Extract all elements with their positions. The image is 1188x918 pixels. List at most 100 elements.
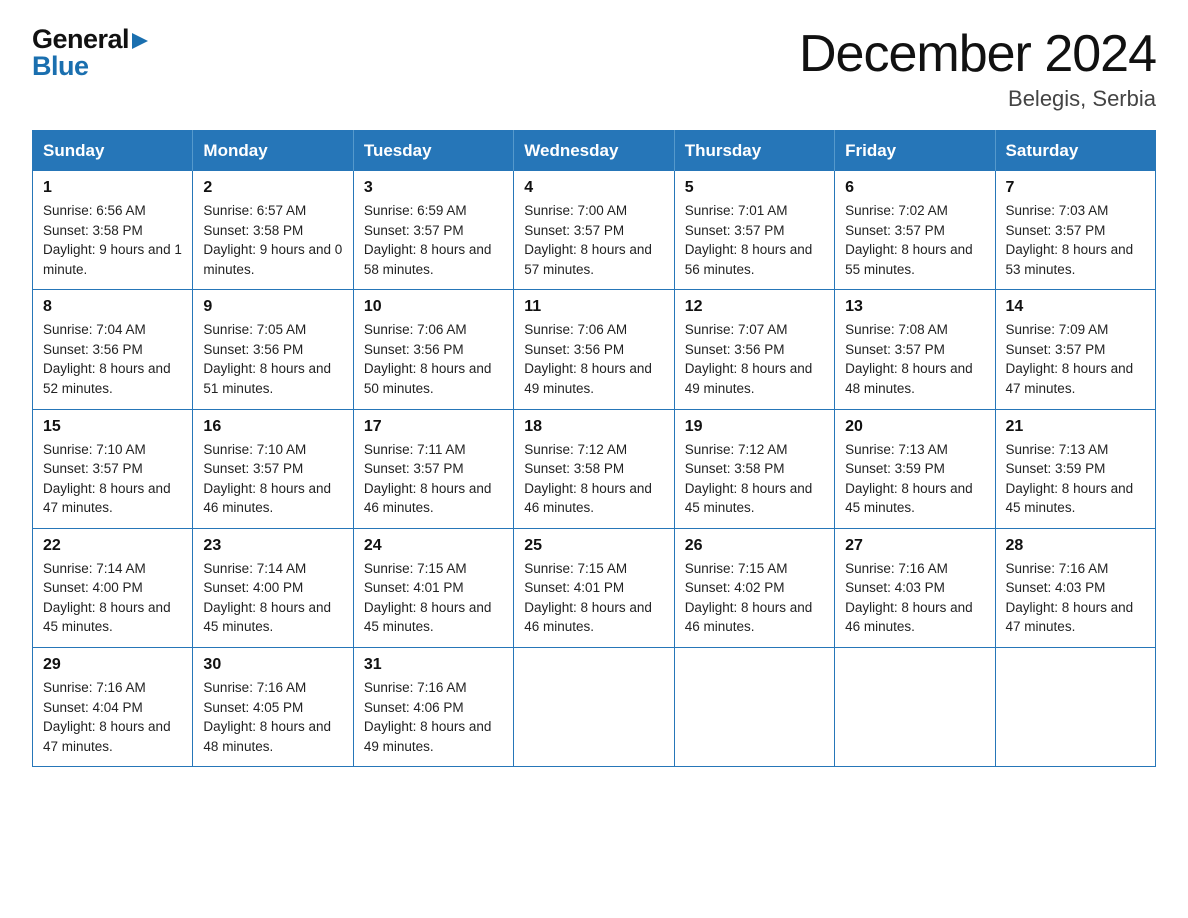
- day-info: Sunrise: 7:03 AMSunset: 3:57 PMDaylight:…: [1006, 201, 1145, 279]
- calendar-cell: [835, 648, 995, 767]
- day-number: 24: [364, 537, 503, 555]
- calendar-cell: 14 Sunrise: 7:09 AMSunset: 3:57 PMDaylig…: [995, 290, 1155, 409]
- day-number: 7: [1006, 179, 1145, 197]
- day-number: 31: [364, 656, 503, 674]
- calendar-cell: 16 Sunrise: 7:10 AMSunset: 3:57 PMDaylig…: [193, 409, 353, 528]
- day-info: Sunrise: 7:16 AMSunset: 4:04 PMDaylight:…: [43, 678, 182, 756]
- day-number: 12: [685, 298, 824, 316]
- day-number: 1: [43, 179, 182, 197]
- day-number: 27: [845, 537, 984, 555]
- day-info: Sunrise: 7:09 AMSunset: 3:57 PMDaylight:…: [1006, 320, 1145, 398]
- calendar-cell: 10 Sunrise: 7:06 AMSunset: 3:56 PMDaylig…: [353, 290, 513, 409]
- calendar-cell: 8 Sunrise: 7:04 AMSunset: 3:56 PMDayligh…: [33, 290, 193, 409]
- calendar-cell: 6 Sunrise: 7:02 AMSunset: 3:57 PMDayligh…: [835, 171, 995, 290]
- month-title: December 2024: [799, 24, 1156, 84]
- day-number: 30: [203, 656, 342, 674]
- calendar-cell: [514, 648, 674, 767]
- location-title: Belegis, Serbia: [799, 86, 1156, 112]
- title-block: December 2024 Belegis, Serbia: [799, 24, 1156, 112]
- calendar-cell: 9 Sunrise: 7:05 AMSunset: 3:56 PMDayligh…: [193, 290, 353, 409]
- day-number: 28: [1006, 537, 1145, 555]
- day-info: Sunrise: 7:08 AMSunset: 3:57 PMDaylight:…: [845, 320, 984, 398]
- day-info: Sunrise: 7:16 AMSunset: 4:05 PMDaylight:…: [203, 678, 342, 756]
- calendar-cell: 17 Sunrise: 7:11 AMSunset: 3:57 PMDaylig…: [353, 409, 513, 528]
- day-number: 25: [524, 537, 663, 555]
- calendar-cell: 11 Sunrise: 7:06 AMSunset: 3:56 PMDaylig…: [514, 290, 674, 409]
- day-info: Sunrise: 7:04 AMSunset: 3:56 PMDaylight:…: [43, 320, 182, 398]
- day-number: 29: [43, 656, 182, 674]
- day-info: Sunrise: 7:06 AMSunset: 3:56 PMDaylight:…: [524, 320, 663, 398]
- day-number: 3: [364, 179, 503, 197]
- calendar-cell: 18 Sunrise: 7:12 AMSunset: 3:58 PMDaylig…: [514, 409, 674, 528]
- calendar-cell: 25 Sunrise: 7:15 AMSunset: 4:01 PMDaylig…: [514, 528, 674, 647]
- page-header: General Blue December 2024 Belegis, Serb…: [32, 24, 1156, 112]
- calendar-cell: 23 Sunrise: 7:14 AMSunset: 4:00 PMDaylig…: [193, 528, 353, 647]
- day-info: Sunrise: 6:57 AMSunset: 3:58 PMDaylight:…: [203, 201, 342, 279]
- calendar-week-row: 8 Sunrise: 7:04 AMSunset: 3:56 PMDayligh…: [33, 290, 1156, 409]
- day-number: 16: [203, 418, 342, 436]
- day-info: Sunrise: 7:13 AMSunset: 3:59 PMDaylight:…: [1006, 440, 1145, 518]
- calendar-header-monday: Monday: [193, 131, 353, 172]
- day-info: Sunrise: 7:12 AMSunset: 3:58 PMDaylight:…: [524, 440, 663, 518]
- calendar-week-row: 22 Sunrise: 7:14 AMSunset: 4:00 PMDaylig…: [33, 528, 1156, 647]
- day-info: Sunrise: 7:06 AMSunset: 3:56 PMDaylight:…: [364, 320, 503, 398]
- calendar-cell: 7 Sunrise: 7:03 AMSunset: 3:57 PMDayligh…: [995, 171, 1155, 290]
- day-number: 17: [364, 418, 503, 436]
- calendar-cell: 4 Sunrise: 7:00 AMSunset: 3:57 PMDayligh…: [514, 171, 674, 290]
- day-number: 2: [203, 179, 342, 197]
- calendar-week-row: 1 Sunrise: 6:56 AMSunset: 3:58 PMDayligh…: [33, 171, 1156, 290]
- calendar-week-row: 29 Sunrise: 7:16 AMSunset: 4:04 PMDaylig…: [33, 648, 1156, 767]
- day-number: 5: [685, 179, 824, 197]
- day-number: 22: [43, 537, 182, 555]
- logo-triangle-icon: [130, 31, 150, 51]
- day-number: 8: [43, 298, 182, 316]
- logo: General Blue: [32, 24, 150, 82]
- calendar-cell: 2 Sunrise: 6:57 AMSunset: 3:58 PMDayligh…: [193, 171, 353, 290]
- day-info: Sunrise: 7:13 AMSunset: 3:59 PMDaylight:…: [845, 440, 984, 518]
- day-info: Sunrise: 7:02 AMSunset: 3:57 PMDaylight:…: [845, 201, 984, 279]
- day-info: Sunrise: 6:56 AMSunset: 3:58 PMDaylight:…: [43, 201, 182, 279]
- calendar-header-tuesday: Tuesday: [353, 131, 513, 172]
- calendar-cell: 30 Sunrise: 7:16 AMSunset: 4:05 PMDaylig…: [193, 648, 353, 767]
- calendar-cell: [995, 648, 1155, 767]
- calendar-cell: 5 Sunrise: 7:01 AMSunset: 3:57 PMDayligh…: [674, 171, 834, 290]
- day-info: Sunrise: 7:14 AMSunset: 4:00 PMDaylight:…: [43, 559, 182, 637]
- day-number: 19: [685, 418, 824, 436]
- day-info: Sunrise: 7:15 AMSunset: 4:02 PMDaylight:…: [685, 559, 824, 637]
- calendar-header-row: SundayMondayTuesdayWednesdayThursdayFrid…: [33, 131, 1156, 172]
- day-info: Sunrise: 7:07 AMSunset: 3:56 PMDaylight:…: [685, 320, 824, 398]
- day-number: 20: [845, 418, 984, 436]
- calendar-cell: 22 Sunrise: 7:14 AMSunset: 4:00 PMDaylig…: [33, 528, 193, 647]
- calendar-cell: 1 Sunrise: 6:56 AMSunset: 3:58 PMDayligh…: [33, 171, 193, 290]
- calendar-cell: 24 Sunrise: 7:15 AMSunset: 4:01 PMDaylig…: [353, 528, 513, 647]
- day-info: Sunrise: 7:15 AMSunset: 4:01 PMDaylight:…: [524, 559, 663, 637]
- calendar-cell: 19 Sunrise: 7:12 AMSunset: 3:58 PMDaylig…: [674, 409, 834, 528]
- calendar-cell: 3 Sunrise: 6:59 AMSunset: 3:57 PMDayligh…: [353, 171, 513, 290]
- day-info: Sunrise: 7:10 AMSunset: 3:57 PMDaylight:…: [43, 440, 182, 518]
- calendar-table: SundayMondayTuesdayWednesdayThursdayFrid…: [32, 130, 1156, 767]
- day-info: Sunrise: 6:59 AMSunset: 3:57 PMDaylight:…: [364, 201, 503, 279]
- calendar-cell: [674, 648, 834, 767]
- day-number: 21: [1006, 418, 1145, 436]
- calendar-week-row: 15 Sunrise: 7:10 AMSunset: 3:57 PMDaylig…: [33, 409, 1156, 528]
- day-info: Sunrise: 7:12 AMSunset: 3:58 PMDaylight:…: [685, 440, 824, 518]
- calendar-header-saturday: Saturday: [995, 131, 1155, 172]
- day-number: 15: [43, 418, 182, 436]
- day-number: 11: [524, 298, 663, 316]
- day-number: 9: [203, 298, 342, 316]
- day-info: Sunrise: 7:16 AMSunset: 4:03 PMDaylight:…: [845, 559, 984, 637]
- day-number: 18: [524, 418, 663, 436]
- day-number: 6: [845, 179, 984, 197]
- calendar-header-sunday: Sunday: [33, 131, 193, 172]
- calendar-cell: 12 Sunrise: 7:07 AMSunset: 3:56 PMDaylig…: [674, 290, 834, 409]
- day-info: Sunrise: 7:16 AMSunset: 4:06 PMDaylight:…: [364, 678, 503, 756]
- day-number: 14: [1006, 298, 1145, 316]
- calendar-cell: 27 Sunrise: 7:16 AMSunset: 4:03 PMDaylig…: [835, 528, 995, 647]
- day-number: 4: [524, 179, 663, 197]
- day-info: Sunrise: 7:11 AMSunset: 3:57 PMDaylight:…: [364, 440, 503, 518]
- calendar-cell: 13 Sunrise: 7:08 AMSunset: 3:57 PMDaylig…: [835, 290, 995, 409]
- day-info: Sunrise: 7:10 AMSunset: 3:57 PMDaylight:…: [203, 440, 342, 518]
- calendar-cell: 20 Sunrise: 7:13 AMSunset: 3:59 PMDaylig…: [835, 409, 995, 528]
- calendar-cell: 31 Sunrise: 7:16 AMSunset: 4:06 PMDaylig…: [353, 648, 513, 767]
- day-info: Sunrise: 7:14 AMSunset: 4:00 PMDaylight:…: [203, 559, 342, 637]
